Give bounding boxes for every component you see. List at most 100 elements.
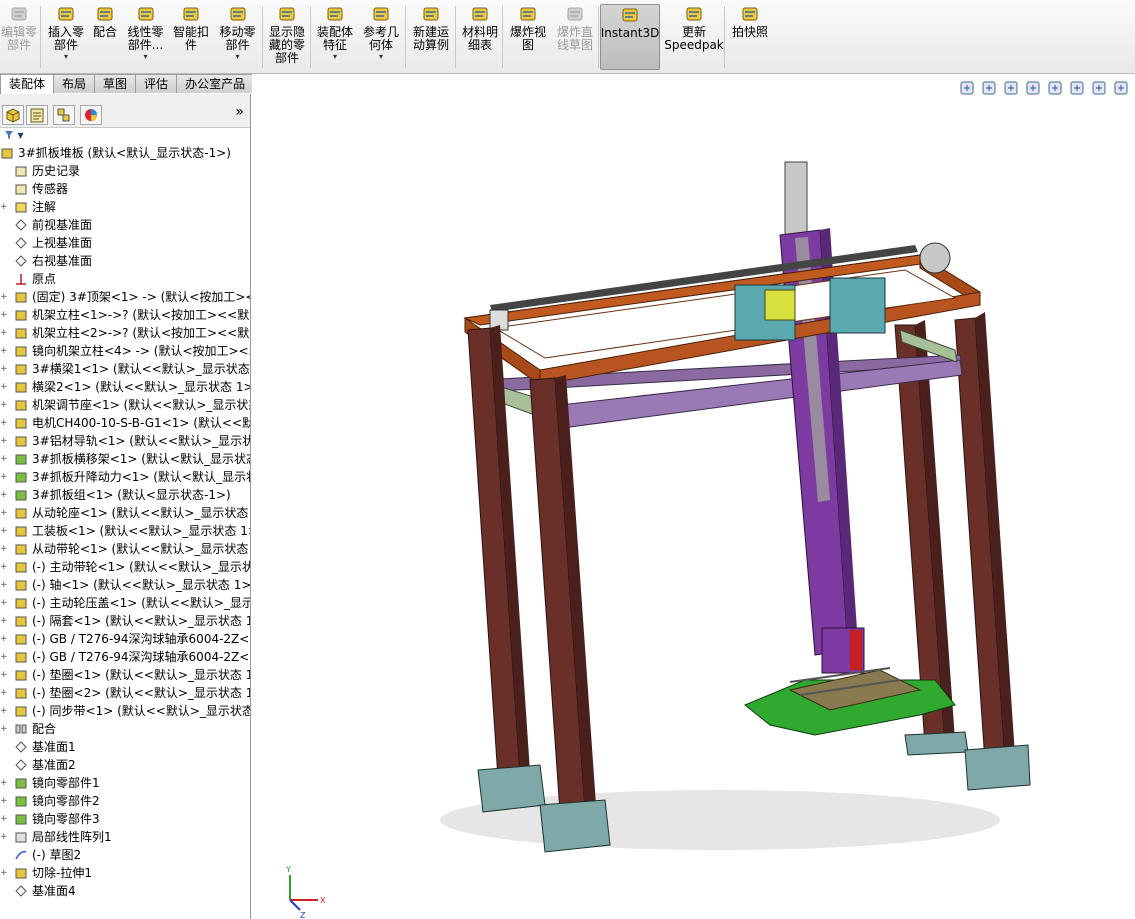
smart-fasteners-button[interactable]: 智能扣 件	[170, 4, 212, 70]
expand-toggle[interactable]: +	[0, 378, 10, 396]
property-manager-tab[interactable]	[26, 105, 48, 125]
expand-toggle[interactable]: +	[0, 540, 10, 558]
expand-toggle[interactable]: +	[0, 720, 10, 738]
expand-toggle[interactable]: +	[0, 774, 10, 792]
previous-view-icon[interactable]	[1003, 80, 1019, 96]
dropdown-arrow-icon[interactable]: ▾	[235, 53, 239, 61]
tree-item[interactable]: + 横梁2<1> (默认<<默认>_显示状态 1>)	[0, 378, 250, 396]
expand-toggle[interactable]: +	[0, 360, 10, 378]
expand-panel-icon[interactable]: »	[235, 104, 244, 120]
tree-item[interactable]: 基准面2	[0, 756, 250, 774]
expand-toggle[interactable]: +	[0, 522, 10, 540]
expand-toggle[interactable]: +	[0, 396, 10, 414]
dropdown-arrow-icon[interactable]: ▾	[143, 53, 147, 61]
expand-toggle[interactable]: +	[0, 594, 10, 612]
tree-item[interactable]: + (-) 主动轮压盖<1> (默认<<默认>_显示	[0, 594, 250, 612]
update-speedpak-button[interactable]: 更新 Speedpak	[664, 4, 724, 70]
expand-toggle[interactable]: +	[0, 468, 10, 486]
tab-0[interactable]: 装配体	[0, 74, 55, 94]
expand-toggle[interactable]: +	[0, 792, 10, 810]
tree-item[interactable]: 右视基准面	[0, 252, 250, 270]
display-style-icon[interactable]	[1069, 80, 1085, 96]
tab-1[interactable]: 布局	[53, 74, 96, 93]
expand-toggle[interactable]: +	[0, 864, 10, 882]
expand-toggle[interactable]: +	[0, 198, 10, 216]
tree-item[interactable]: 传感器	[0, 180, 250, 198]
expand-toggle[interactable]: +	[0, 648, 10, 666]
expand-toggle[interactable]: +	[0, 810, 10, 828]
hide-show-items-icon[interactable]	[1091, 80, 1107, 96]
zoom-to-fit-icon[interactable]	[959, 80, 975, 96]
expand-toggle[interactable]: +	[0, 504, 10, 522]
expand-toggle[interactable]: +	[0, 306, 10, 324]
tree-item[interactable]: + 从动轮座<1> (默认<<默认>_显示状态	[0, 504, 250, 522]
expand-toggle[interactable]: +	[0, 576, 10, 594]
tree-item[interactable]: +3#抓板组<1> (默认<显示状态-1>)	[0, 486, 250, 504]
expand-toggle[interactable]: +	[0, 666, 10, 684]
expand-toggle[interactable]: +	[0, 558, 10, 576]
view-orientation-icon[interactable]	[1047, 80, 1063, 96]
tree-item[interactable]: + 工装板<1> (默认<<默认>_显示状态 1>	[0, 522, 250, 540]
tree-item[interactable]: + (-) 垫圈<2> (默认<<默认>_显示状态 1	[0, 684, 250, 702]
tree-item[interactable]: + 机架调节座<1> (默认<<默认>_显示状态	[0, 396, 250, 414]
tab-2[interactable]: 草图	[94, 74, 137, 93]
tree-item[interactable]: + (-) GB / T276-94深沟球轴承6004-2Z<1	[0, 630, 250, 648]
edit-appearance-icon[interactable]	[1113, 80, 1129, 96]
tree-item[interactable]: + 局部线性阵列1	[0, 828, 250, 846]
tree-item[interactable]: + (-) 同步带<1> (默认<<默认>_显示状态	[0, 702, 250, 720]
tree-item[interactable]: + 从动带轮<1> (默认<<默认>_显示状态	[0, 540, 250, 558]
assembly-model[interactable]: Y X Z	[252, 74, 1135, 919]
insert-component-button[interactable]: 插入零 部件 ▾	[45, 4, 87, 70]
expand-toggle[interactable]: +	[0, 702, 10, 720]
tree-item[interactable]: (-) 草图2	[0, 846, 250, 864]
filter-icon[interactable]: ▼	[0, 128, 250, 142]
tree-item[interactable]: + 注解	[0, 198, 250, 216]
tree-item[interactable]: + 配合	[0, 720, 250, 738]
tree-item[interactable]: + (-) 垫圈<1> (默认<<默认>_显示状态 1	[0, 666, 250, 684]
expand-toggle[interactable]: +	[0, 684, 10, 702]
tree-item[interactable]: + 镜向零部件1	[0, 774, 250, 792]
assembly-features-button[interactable]: 装配体 特征 ▾	[313, 4, 357, 70]
reference-geometry-button[interactable]: 参考几 何体 ▾	[360, 4, 402, 70]
tree-item[interactable]: + 电机CH400-10-S-B-G1<1> (默认<<默认	[0, 414, 250, 432]
zoom-area-icon[interactable]	[981, 80, 997, 96]
tab-4[interactable]: 办公室产品	[176, 74, 255, 93]
tree-item[interactable]: 基准面1	[0, 738, 250, 756]
tree-item[interactable]: +3#横梁1<1> (默认<<默认>_显示状态 1	[0, 360, 250, 378]
tree-item[interactable]: 基准面4	[0, 882, 250, 900]
tab-3[interactable]: 评估	[135, 74, 178, 93]
mate-button[interactable]: 配合	[90, 4, 120, 70]
tree-item[interactable]: 前视基准面	[0, 216, 250, 234]
linear-pattern-button[interactable]: 线性零 部件... ▾	[123, 4, 168, 70]
tree-item[interactable]: + 镜向零部件2	[0, 792, 250, 810]
move-component-button[interactable]: 移动零 部件 ▾	[215, 4, 260, 70]
tree-item[interactable]: +3#抓板升降动力<1> (默认<默认_显示状	[0, 468, 250, 486]
take-snapshot-button[interactable]: 拍快照	[728, 4, 772, 70]
explode-line-sketch-button[interactable]: 爆炸直 线草图	[553, 4, 597, 70]
display-manager-tab[interactable]	[80, 105, 102, 125]
expand-toggle[interactable]: +	[0, 486, 10, 504]
exploded-view-button[interactable]: 爆炸视 图	[506, 4, 550, 70]
tree-item[interactable]: + (-) 主动带轮<1> (默认<<默认>_显示状	[0, 558, 250, 576]
dropdown-arrow-icon[interactable]: ▾	[333, 53, 337, 61]
tree-item[interactable]: + 镜向零部件3	[0, 810, 250, 828]
new-motion-study-button[interactable]: 新建运 动算例	[408, 4, 454, 70]
dropdown-arrow-icon[interactable]: ▾	[64, 53, 68, 61]
instant3d-button[interactable]: Instant3D	[600, 4, 660, 70]
graphics-viewport[interactable]: Y X Z	[252, 74, 1135, 919]
expand-toggle[interactable]: +	[0, 432, 10, 450]
tree-item[interactable]: + 切除-拉伸1	[0, 864, 250, 882]
tree-item[interactable]: 3#抓板堆板 (默认<默认_显示状态-1>)	[0, 144, 250, 162]
expand-toggle[interactable]: +	[0, 828, 10, 846]
tree-item[interactable]: 历史记录	[0, 162, 250, 180]
expand-toggle[interactable]: +	[0, 288, 10, 306]
tree-item[interactable]: 原点	[0, 270, 250, 288]
tree-item[interactable]: 上视基准面	[0, 234, 250, 252]
tree-item[interactable]: + (-) 轴<1> (默认<<默认>_显示状态 1>)	[0, 576, 250, 594]
tree-item[interactable]: + 机架立柱<2>->? (默认<按加工><<默认	[0, 324, 250, 342]
tree-item[interactable]: + 机架立柱<1>->? (默认<按加工><<默认	[0, 306, 250, 324]
tree-item[interactable]: + (固定) 3#顶架<1> -> (默认<按加工><	[0, 288, 250, 306]
expand-toggle[interactable]: +	[0, 324, 10, 342]
bill-of-materials-button[interactable]: 材料明 细表	[458, 4, 502, 70]
edit-component-button[interactable]: 编辑零 部件	[0, 4, 38, 70]
